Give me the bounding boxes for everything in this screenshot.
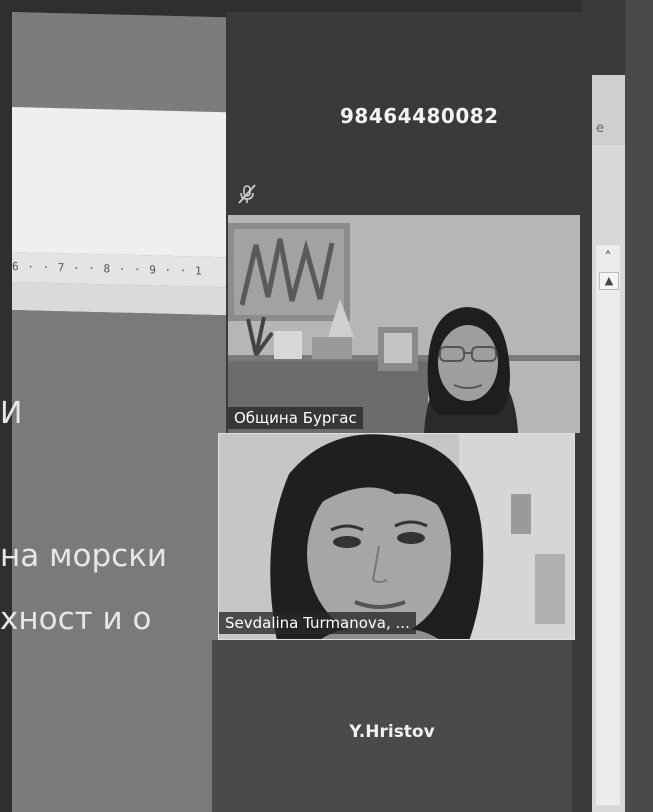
participant-video-frame — [228, 215, 580, 433]
document-page — [12, 107, 230, 258]
participant-video-frame — [219, 434, 574, 639]
muted-microphone-icon[interactable] — [236, 183, 258, 205]
meeting-id: 98464480082 — [340, 104, 499, 128]
document-window: 6 · · 7 · · 8 · · 9 · · 1 — [12, 12, 230, 812]
slide-text-line-1: И — [0, 396, 23, 431]
participant-video-tile[interactable]: Община Бургас — [228, 215, 580, 433]
document-toolbar — [12, 12, 230, 113]
slide-text-line-3: хност и о — [0, 601, 152, 637]
chevron-up-icon[interactable]: ˄ — [599, 250, 617, 266]
triangle-up-icon[interactable]: ▲ — [599, 272, 619, 290]
scrollbar-track[interactable] — [596, 245, 620, 805]
participant-tile-no-video[interactable]: Y.Hristov — [212, 640, 572, 812]
participant-name-label: Sevdalina Turmanova, ... — [219, 612, 416, 634]
monitor-bezel — [625, 0, 653, 812]
participant-video-tile[interactable]: Sevdalina Turmanova, ... — [218, 433, 575, 640]
slide-text-line-2: на морски — [0, 538, 168, 574]
participant-name-label: Y.Hristov — [349, 722, 435, 742]
participant-name-label: Община Бургас — [228, 407, 363, 429]
background-window-title: e — [596, 121, 604, 136]
photo-of-monitor: 6 · · 7 · · 8 · · 9 · · 1 И на морски хн… — [0, 0, 653, 812]
